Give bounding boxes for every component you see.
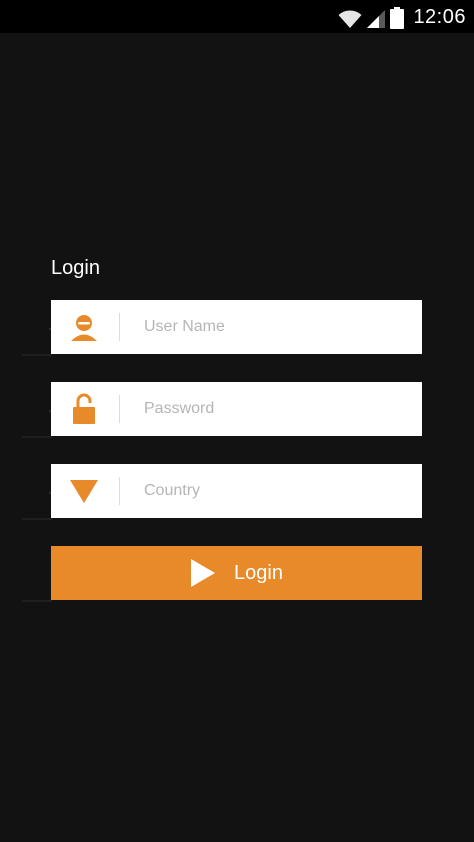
field-shadow <box>22 518 52 520</box>
field-separator <box>119 395 120 423</box>
user-icon <box>67 310 101 344</box>
wifi-icon <box>338 10 362 28</box>
username-field[interactable] <box>51 300 422 354</box>
button-shadow <box>22 600 52 602</box>
play-icon <box>191 559 216 587</box>
field-shadow <box>22 436 52 438</box>
login-button[interactable]: Login <box>51 546 422 600</box>
field-separator <box>119 477 120 505</box>
login-button-label: Login <box>234 561 283 584</box>
username-input[interactable] <box>144 300 404 354</box>
login-screen: Login User Name Country Login <box>0 33 474 842</box>
status-bar: 12:06 <box>0 0 474 33</box>
country-input[interactable] <box>144 464 404 518</box>
battery-icon <box>390 7 404 29</box>
signal-icon <box>367 10 385 28</box>
country-field[interactable] <box>51 464 422 518</box>
password-input[interactable] <box>144 382 404 436</box>
status-time: 12:06 <box>413 6 466 28</box>
password-field[interactable] <box>51 382 422 436</box>
lock-icon <box>67 392 101 426</box>
triangle-down-icon[interactable] <box>67 474 101 508</box>
field-separator <box>119 313 120 341</box>
form-title: Login <box>51 257 100 279</box>
status-icons <box>338 5 404 29</box>
field-shadow <box>22 354 52 356</box>
